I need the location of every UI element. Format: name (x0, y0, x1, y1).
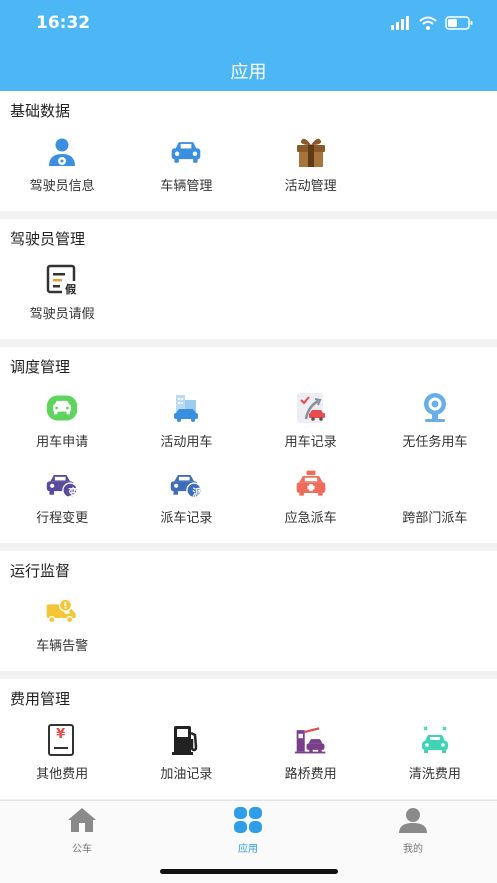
app-label: 跨部门派车 (402, 511, 468, 526)
driver-icon (45, 135, 79, 169)
fuel-icon (169, 723, 203, 757)
section-operation-supervision: 运行监督 车辆告警 (0, 551, 497, 671)
no-task-car-icon (418, 391, 452, 425)
home-icon (67, 807, 97, 837)
leave-request-icon: 假 (45, 263, 79, 297)
emergency-dispatch-icon (294, 467, 328, 501)
app-toll-fees[interactable]: 路桥费用 (249, 719, 373, 795)
app-no-task-car[interactable]: 无任务用车 (373, 387, 497, 463)
app-car-wash-fees[interactable]: 清洗费用 (373, 719, 497, 795)
app-label: 无任务用车 (402, 435, 468, 450)
app-grid: 车辆告警 (0, 591, 497, 671)
section-driver-management: 驾驶员管理 假 驾驶员请假 (0, 219, 497, 339)
app-emergency-dispatch[interactable]: 应急派车 (249, 463, 373, 539)
battery-icon (445, 15, 473, 34)
section-title: 驾驶员管理 (10, 230, 86, 248)
app-grid: 假 驾驶员请假 (0, 259, 497, 339)
app-trip-change[interactable]: 变 行程变更 (0, 463, 124, 539)
app-label: 车辆管理 (160, 179, 213, 194)
wifi-icon (419, 15, 437, 34)
app-label: 活动用车 (160, 435, 213, 450)
app-label: 用车申请 (36, 435, 89, 450)
cross-department-icon (418, 467, 452, 501)
app-label: 其他费用 (36, 767, 89, 782)
app-content: 基础数据 驾驶员信息 车辆管理 活动管理 驾驶员管理 假 驾驶员请假 调度管理 … (0, 91, 497, 800)
home-indicator (160, 869, 338, 874)
status-icons (391, 15, 473, 33)
app-grid: 用车申请 活动用车 用车记录 无任务用车 变 行程变更 派 派车记录 应急派车 … (0, 387, 497, 543)
section-title: 调度管理 (10, 358, 71, 376)
app-label: 用车记录 (284, 435, 337, 450)
trip-change-icon: 变 (45, 467, 79, 501)
app-driver-info[interactable]: 驾驶员信息 (0, 131, 124, 207)
leave-badge: 假 (65, 283, 77, 296)
app-label: 驾驶员请假 (29, 307, 95, 322)
apps-icon (233, 807, 263, 837)
app-activity-management[interactable]: 活动管理 (249, 131, 373, 207)
car-request-icon (45, 391, 79, 425)
activity-car-icon (169, 391, 203, 425)
app-label: 路桥费用 (284, 767, 337, 782)
gift-icon (294, 135, 328, 169)
app-label: 应急派车 (284, 511, 337, 526)
section-title: 运行监督 (10, 562, 71, 580)
app-label: 清洗费用 (408, 767, 461, 782)
toll-fee-icon (294, 723, 328, 757)
section-dispatch-management: 调度管理 用车申请 活动用车 用车记录 无任务用车 变 行程变更 派 派车记录 … (0, 347, 497, 543)
app-activity-car[interactable]: 活动用车 (124, 387, 248, 463)
car-record-icon (294, 391, 328, 425)
dispatch-record-icon: 派 (169, 467, 203, 501)
tab-profile[interactable]: 我的 (363, 807, 463, 855)
signal-icon (391, 15, 411, 34)
section-basic-data: 基础数据 驾驶员信息 车辆管理 活动管理 (0, 91, 497, 211)
dispatch-badge: 派 (192, 488, 203, 499)
app-fuel-record[interactable]: 加油记录 (124, 719, 248, 795)
other-fee-icon: ¥ (45, 723, 79, 757)
status-bar: 16:32 (0, 0, 497, 48)
app-label: 加油记录 (160, 767, 213, 782)
app-label: 活动管理 (284, 179, 337, 194)
page-title: 应用 (230, 62, 267, 83)
app-label: 派车记录 (160, 511, 213, 526)
tab-label: 公车 (72, 844, 92, 855)
app-label: 行程变更 (36, 511, 89, 526)
app-driver-leave[interactable]: 假 驾驶员请假 (0, 259, 124, 335)
app-grid: 驾驶员信息 车辆管理 活动管理 (0, 131, 497, 211)
tab-label: 我的 (403, 844, 423, 855)
car-wash-icon (418, 723, 452, 757)
trip-change-badge: 变 (68, 488, 79, 499)
app-other-fees[interactable]: ¥ 其他费用 (0, 719, 124, 795)
profile-icon (398, 807, 428, 837)
app-car-record[interactable]: 用车记录 (249, 387, 373, 463)
app-vehicle-management[interactable]: 车辆管理 (124, 131, 248, 207)
app-car-request[interactable]: 用车申请 (0, 387, 124, 463)
tab-apps[interactable]: 应用 (198, 807, 298, 855)
app-cross-department-dispatch[interactable]: 跨部门派车 (373, 463, 497, 539)
yuan-badge: ¥ (56, 727, 66, 742)
section-expense-management: 费用管理 ¥ 其他费用 加油记录 路桥费用 清洗费用 (0, 679, 497, 799)
section-title: 费用管理 (10, 690, 71, 708)
app-label: 驾驶员信息 (29, 179, 95, 194)
tab-home[interactable]: 公车 (32, 807, 132, 855)
car-icon (169, 135, 203, 169)
app-label: 车辆告警 (36, 639, 89, 654)
app-dispatch-record[interactable]: 派 派车记录 (124, 463, 248, 539)
tab-label: 应用 (238, 844, 258, 855)
status-time: 16:32 (36, 13, 91, 33)
vehicle-alarm-icon (45, 595, 79, 629)
app-grid: ¥ 其他费用 加油记录 路桥费用 清洗费用 (0, 719, 497, 799)
app-vehicle-alarm[interactable]: 车辆告警 (0, 591, 124, 667)
section-title: 基础数据 (10, 102, 71, 120)
app-header: 16:32 应用 (0, 0, 497, 91)
